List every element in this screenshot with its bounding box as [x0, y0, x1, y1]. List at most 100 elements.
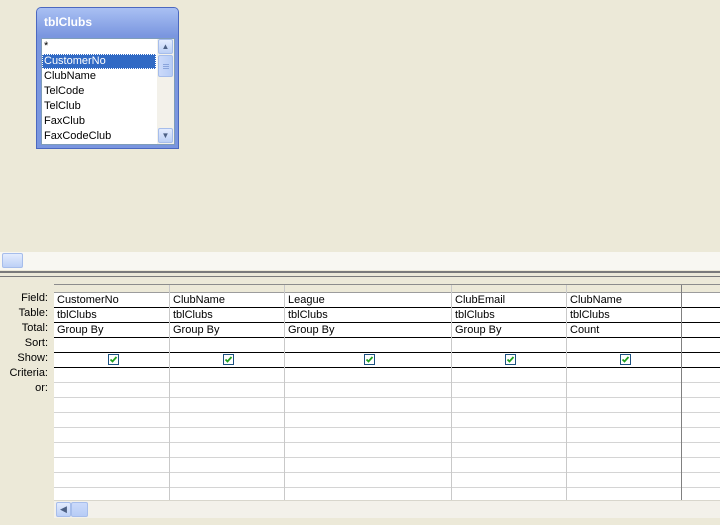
query-design-grid[interactable]: CustomerNo tblClubs Group By ClubName tb…: [54, 284, 720, 501]
empty-cell[interactable]: [54, 458, 169, 473]
column-selector[interactable]: [682, 285, 720, 293]
criteria-cell[interactable]: [170, 368, 284, 383]
empty-cell[interactable]: [54, 398, 169, 413]
empty-cell[interactable]: [285, 428, 451, 443]
sort-cell[interactable]: [170, 338, 284, 353]
empty-cell[interactable]: [567, 443, 681, 458]
table-cell[interactable]: [682, 308, 720, 323]
table-cell[interactable]: tblClubs: [452, 308, 566, 323]
show-cell[interactable]: [567, 353, 681, 368]
checkbox-checked-icon[interactable]: [364, 354, 375, 365]
or-cell[interactable]: [170, 383, 284, 398]
total-cell[interactable]: Group By: [285, 323, 451, 338]
field-cell[interactable]: [682, 293, 720, 308]
table-cell[interactable]: tblClubs: [170, 308, 284, 323]
criteria-cell[interactable]: [452, 368, 566, 383]
field-list-item[interactable]: TelClub: [42, 99, 156, 114]
empty-cell[interactable]: [285, 398, 451, 413]
table-window-tblclubs[interactable]: tblClubs * CustomerNo ClubName TelCode T…: [36, 7, 179, 149]
empty-cell[interactable]: [54, 428, 169, 443]
total-cell[interactable]: [682, 323, 720, 338]
empty-cell[interactable]: [170, 443, 284, 458]
empty-cell[interactable]: [285, 473, 451, 488]
scroll-left-arrow-icon[interactable]: ◀: [56, 502, 71, 517]
field-cell[interactable]: ClubEmail: [452, 293, 566, 308]
empty-cell[interactable]: [682, 443, 720, 458]
field-list-item[interactable]: ClubName: [42, 69, 156, 84]
checkbox-checked-icon[interactable]: [505, 354, 516, 365]
scroll-left-button[interactable]: [2, 253, 23, 268]
grid-column-3[interactable]: League tblClubs Group By: [285, 285, 452, 501]
total-cell[interactable]: Group By: [170, 323, 284, 338]
empty-cell[interactable]: [170, 398, 284, 413]
checkbox-checked-icon[interactable]: [223, 354, 234, 365]
column-selector[interactable]: [567, 285, 681, 293]
empty-cell[interactable]: [452, 413, 566, 428]
empty-cell[interactable]: [567, 458, 681, 473]
scroll-thumb[interactable]: [71, 502, 88, 517]
or-cell[interactable]: [452, 383, 566, 398]
field-list-item[interactable]: FaxCodeClub: [42, 129, 156, 144]
field-list[interactable]: * CustomerNo ClubName TelCode TelClub Fa…: [41, 38, 175, 145]
field-cell[interactable]: League: [285, 293, 451, 308]
empty-cell[interactable]: [452, 443, 566, 458]
show-cell[interactable]: [170, 353, 284, 368]
or-cell[interactable]: [567, 383, 681, 398]
empty-cell[interactable]: [54, 443, 169, 458]
empty-cell[interactable]: [170, 473, 284, 488]
criteria-cell[interactable]: [682, 368, 720, 383]
criteria-cell[interactable]: [54, 368, 169, 383]
or-cell[interactable]: [54, 383, 169, 398]
show-cell[interactable]: [285, 353, 451, 368]
grid-column-4[interactable]: ClubEmail tblClubs Group By: [452, 285, 567, 501]
show-cell[interactable]: [682, 353, 720, 368]
empty-cell[interactable]: [567, 473, 681, 488]
field-list-item[interactable]: FaxClub: [42, 114, 156, 129]
column-selector[interactable]: [170, 285, 284, 293]
empty-cell[interactable]: [285, 458, 451, 473]
field-cell[interactable]: ClubName: [170, 293, 284, 308]
column-selector[interactable]: [285, 285, 451, 293]
table-window-title[interactable]: tblClubs: [37, 8, 178, 36]
empty-cell[interactable]: [285, 443, 451, 458]
empty-cell[interactable]: [54, 473, 169, 488]
empty-cell[interactable]: [682, 458, 720, 473]
empty-cell[interactable]: [682, 473, 720, 488]
grid-column-5[interactable]: ClubName tblClubs Count: [567, 285, 682, 501]
sort-cell[interactable]: [452, 338, 566, 353]
field-list-item[interactable]: *: [42, 39, 156, 54]
checkbox-checked-icon[interactable]: [620, 354, 631, 365]
empty-cell[interactable]: [452, 458, 566, 473]
total-cell[interactable]: Group By: [54, 323, 169, 338]
empty-cell[interactable]: [682, 428, 720, 443]
empty-cell[interactable]: [567, 398, 681, 413]
empty-cell[interactable]: [285, 413, 451, 428]
field-list-item[interactable]: TelCode: [42, 84, 156, 99]
table-cell[interactable]: tblClubs: [54, 308, 169, 323]
total-cell[interactable]: Count: [567, 323, 681, 338]
empty-cell[interactable]: [170, 458, 284, 473]
sort-cell[interactable]: [54, 338, 169, 353]
field-list-scrollbar[interactable]: ▲ ▼: [157, 39, 174, 144]
empty-cell[interactable]: [170, 413, 284, 428]
criteria-cell[interactable]: [285, 368, 451, 383]
show-cell[interactable]: [54, 353, 169, 368]
empty-cell[interactable]: [54, 413, 169, 428]
empty-cell[interactable]: [567, 413, 681, 428]
grid-horizontal-scrollbar[interactable]: ◀: [54, 500, 720, 518]
empty-cell[interactable]: [452, 473, 566, 488]
show-cell[interactable]: [452, 353, 566, 368]
field-list-item-selected[interactable]: CustomerNo: [42, 54, 156, 69]
pane-splitter[interactable]: [0, 271, 720, 273]
sort-cell[interactable]: [567, 338, 681, 353]
empty-cell[interactable]: [452, 398, 566, 413]
total-cell[interactable]: Group By: [452, 323, 566, 338]
scroll-down-arrow-icon[interactable]: ▼: [158, 128, 173, 143]
sort-cell[interactable]: [285, 338, 451, 353]
sort-cell[interactable]: [682, 338, 720, 353]
field-cell[interactable]: CustomerNo: [54, 293, 169, 308]
or-cell[interactable]: [285, 383, 451, 398]
checkbox-checked-icon[interactable]: [107, 354, 119, 365]
table-cell[interactable]: tblClubs: [285, 308, 451, 323]
empty-cell[interactable]: [452, 428, 566, 443]
